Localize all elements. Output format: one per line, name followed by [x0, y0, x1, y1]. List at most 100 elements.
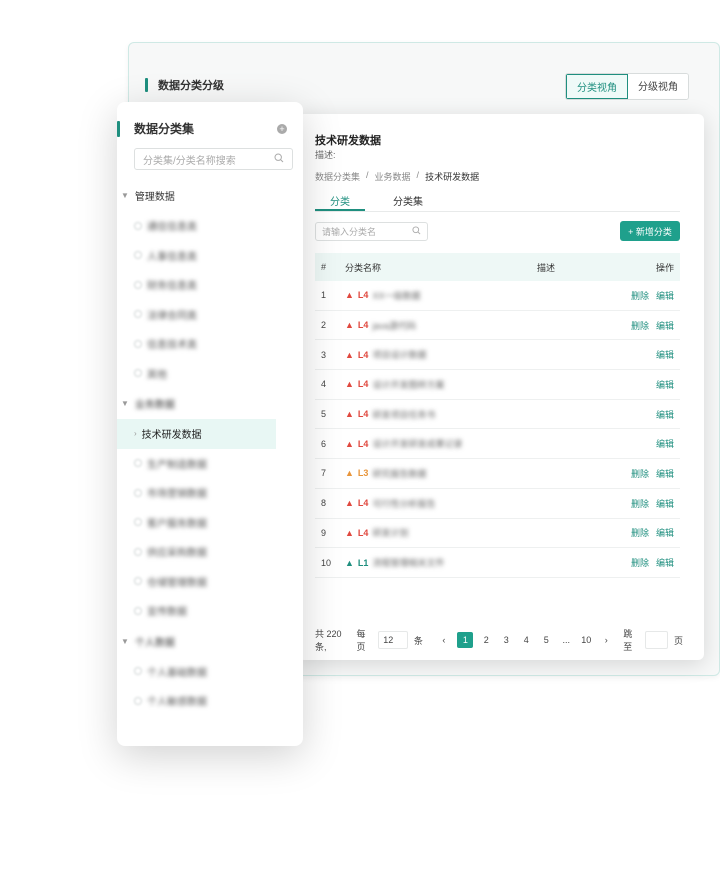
- tree-item[interactable]: 客户服务数据: [117, 508, 303, 538]
- add-icon[interactable]: +: [277, 124, 287, 134]
- search-placeholder: 分类集/分类名称搜索: [143, 155, 236, 167]
- edit-link[interactable]: 编辑: [656, 408, 674, 421]
- prev-page-icon[interactable]: ‹: [437, 635, 451, 645]
- tree-item[interactable]: 财务信息类: [117, 270, 303, 300]
- row-actions: 删除 编辑: [617, 319, 680, 332]
- tree-item-label: 客户服务数据: [147, 518, 207, 530]
- page-2[interactable]: 2: [479, 635, 493, 645]
- level-icon: ▲: [345, 527, 354, 538]
- tree-item[interactable]: 生产制造数据: [117, 449, 303, 479]
- tree-item[interactable]: 个人敏感数据: [117, 686, 303, 716]
- chevron-down-icon[interactable]: ▼: [121, 399, 129, 408]
- tree-item[interactable]: 宣传数据: [117, 596, 303, 626]
- search-icon[interactable]: [412, 226, 421, 237]
- search-icon[interactable]: [274, 152, 284, 166]
- tree-item[interactable]: 仓储管理数据: [117, 567, 303, 597]
- description-label: 描述:: [315, 150, 336, 160]
- next-page-icon[interactable]: ›: [599, 635, 613, 645]
- tree-item[interactable]: › 技术研发数据: [117, 419, 276, 449]
- category-set-sidebar: 数据分类集 + 分类集/分类名称搜索 ▼ 管理数据 通信信息类 人事信息类 财务…: [117, 102, 303, 746]
- tree-item[interactable]: 信息技术类: [117, 329, 303, 359]
- table-row: 9 ▲ L4 研发计划 删除 编辑: [315, 519, 680, 549]
- delete-link[interactable]: 删除: [631, 319, 649, 332]
- sidebar-search-input[interactable]: 分类集/分类名称搜索: [134, 148, 293, 170]
- delete-link[interactable]: 删除: [631, 289, 649, 302]
- breadcrumb-item[interactable]: 数据分类集: [315, 170, 360, 183]
- tree-item-label: 其他: [147, 369, 167, 381]
- tree-item[interactable]: 供应采购数据: [117, 537, 303, 567]
- jump-label: 跳至: [623, 629, 633, 652]
- accent-bar: [145, 78, 148, 92]
- page-1[interactable]: 1: [456, 632, 474, 648]
- add-category-button[interactable]: + 新增分类: [620, 221, 680, 241]
- edit-link[interactable]: 编辑: [656, 497, 674, 510]
- page-ellipsis[interactable]: ...: [559, 635, 573, 645]
- chevron-down-icon[interactable]: ▼: [121, 637, 129, 646]
- accent-bar: [117, 120, 120, 137]
- breadcrumb-separator: /: [366, 170, 369, 180]
- edit-link[interactable]: 编辑: [656, 348, 674, 361]
- category-name: 研发项目任务书: [372, 409, 436, 420]
- tree-group[interactable]: ▼ 管理数据: [117, 180, 303, 211]
- row-index: 3: [321, 349, 327, 360]
- breadcrumb: 数据分类集 / 业务数据 / 技术研发数据: [315, 170, 479, 183]
- breadcrumb-separator: /: [416, 170, 420, 180]
- jump-page-input[interactable]: [645, 631, 669, 649]
- table-row: 1 ▲ L4 XX一级数据 删除 编辑: [315, 281, 680, 311]
- category-name: XX一级数据: [372, 290, 421, 301]
- edit-link[interactable]: 编辑: [656, 437, 674, 450]
- breadcrumb-current: 技术研发数据: [425, 172, 480, 182]
- delete-link[interactable]: 删除: [631, 497, 649, 510]
- edit-link[interactable]: 编辑: [656, 319, 674, 332]
- page-3[interactable]: 3: [499, 635, 513, 645]
- breadcrumb-item[interactable]: 业务数据: [375, 170, 411, 183]
- tree-group[interactable]: ▼ 业务数据: [117, 388, 303, 419]
- delete-link[interactable]: 删除: [631, 526, 649, 539]
- tree-item-label: 供应采购数据: [147, 548, 207, 560]
- page-10[interactable]: 10: [579, 635, 593, 645]
- category-name: 研发计划: [372, 528, 409, 539]
- node-icon: [134, 488, 142, 497]
- tab-category-set[interactable]: 分类集: [383, 190, 433, 211]
- page-title: 数据分类分级: [158, 80, 224, 92]
- page-5[interactable]: 5: [539, 635, 553, 645]
- tree-item[interactable]: 通信信息类: [117, 211, 303, 241]
- per-page-label: 每页: [356, 629, 366, 652]
- tab-category[interactable]: 分类: [315, 190, 365, 211]
- category-name: 可行性分析报告: [372, 498, 436, 509]
- table-row: 10 ▲ L1 流程管理相关文件 删除 编辑: [315, 548, 680, 578]
- search-placeholder: 请输入分类名: [322, 227, 377, 237]
- tree-item[interactable]: 法律合同类: [117, 300, 303, 330]
- pagination: 共 220 条, 每页 12 条 ‹ 1 2 3 4 5 ... 10 › 跳至…: [315, 627, 683, 653]
- row-name-cell: ▲ L4 java源代码: [343, 319, 537, 332]
- level-icon: ▲: [345, 349, 354, 360]
- page-size-select[interactable]: 12: [378, 631, 408, 649]
- category-view-button[interactable]: 分类视角: [566, 74, 628, 99]
- delete-link[interactable]: 删除: [631, 467, 649, 480]
- sidebar-title: 数据分类集: [134, 122, 195, 136]
- tree-item-label: 法律合同类: [147, 310, 197, 322]
- tree-item[interactable]: 个人基础数据: [117, 657, 303, 687]
- tree-item-label: 个人敏感数据: [147, 697, 207, 709]
- level-icon: ▲: [345, 320, 354, 331]
- tree-item[interactable]: 其他: [117, 359, 303, 389]
- tree-item[interactable]: 人事信息类: [117, 241, 303, 271]
- table-row: 7 ▲ L3 研究报告数据 删除 编辑: [315, 459, 680, 489]
- tree-group[interactable]: ▼ 个人数据: [117, 626, 303, 657]
- category-name: 设计开发图样方案: [372, 379, 445, 390]
- tree-item[interactable]: 市场营销数据: [117, 478, 303, 508]
- edit-link[interactable]: 编辑: [656, 556, 674, 569]
- tree-group-label: 个人数据: [134, 637, 175, 649]
- edit-link[interactable]: 编辑: [656, 289, 674, 302]
- row-name-cell: ▲ L4 研发计划: [343, 526, 537, 539]
- page-4[interactable]: 4: [519, 635, 533, 645]
- category-search-input[interactable]: 请输入分类名: [315, 222, 428, 241]
- edit-link[interactable]: 编辑: [656, 526, 674, 539]
- edit-link[interactable]: 编辑: [656, 467, 674, 480]
- chevron-down-icon[interactable]: ▼: [121, 191, 129, 200]
- delete-link[interactable]: 删除: [631, 556, 649, 569]
- level-view-button[interactable]: 分级视角: [628, 74, 688, 99]
- edit-link[interactable]: 编辑: [656, 378, 674, 391]
- level-icon: ▲: [345, 557, 354, 568]
- node-icon: [134, 310, 142, 319]
